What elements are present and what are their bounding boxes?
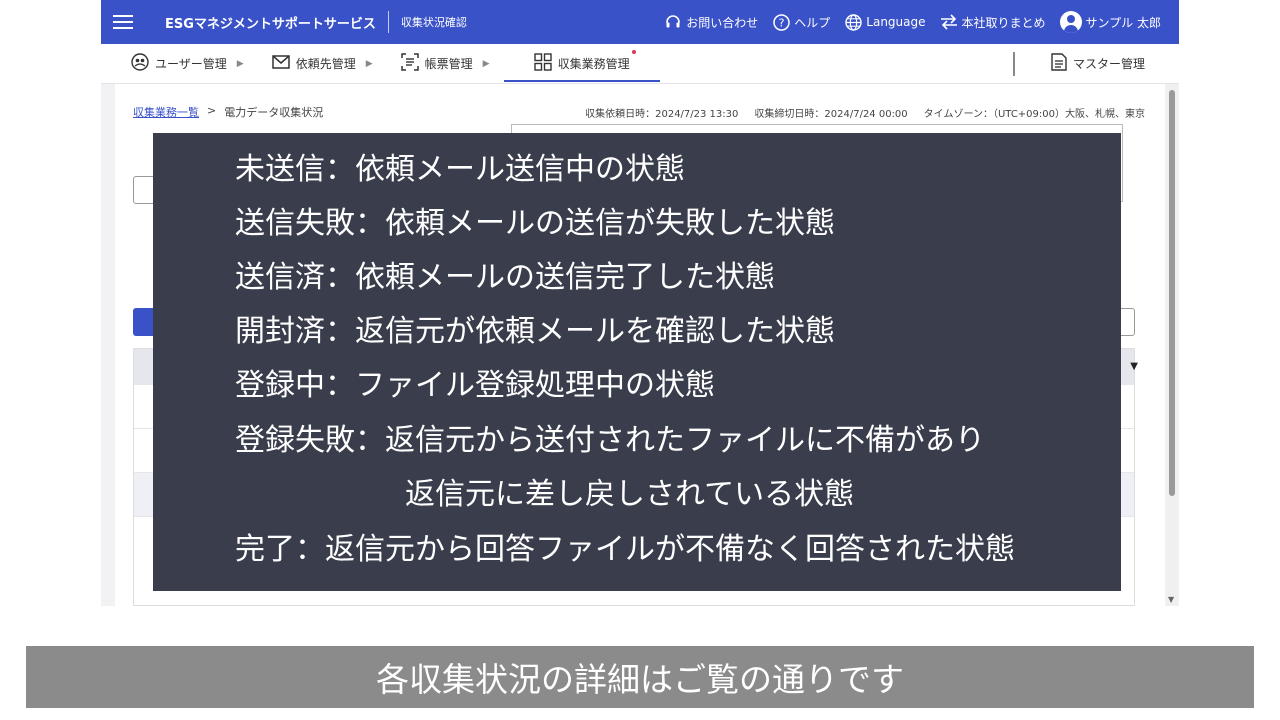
overlay-line: 返信元に差し戻しされている状態 [405, 477, 855, 512]
status-explanation-overlay: 未送信：依頼メール送信中の状態 送信失敗：依頼メールの送信が失敗した状態 送信済… [153, 133, 1121, 591]
avatar [1059, 11, 1082, 33]
breadcrumb-separator: > [207, 104, 217, 117]
overlay-line: 完了：返信元から回答ファイルが不備なく回答された状態 [235, 532, 1015, 567]
header-divider [387, 11, 389, 33]
language-label: Language [866, 15, 926, 29]
brand-title: ESGマネジメントサポートサービス [165, 16, 376, 32]
request-date: 収集依頼日時：2024/7/23 13:30 [585, 109, 739, 120]
user-name: サンプル 太郎 [1085, 15, 1161, 30]
timezone: タイムゾーン：（UTC+09:00）大阪、札幌、東京 [923, 109, 1145, 120]
main-nav: ユーザー管理 ▶ 依頼先管理 ▶ 帳票管理 ▶ 収集業務管理 マスター管理 [101, 44, 1179, 84]
overlay-line: 未送信：依頼メール送信中の状態 [235, 152, 685, 187]
hamburger-menu-icon[interactable] [101, 0, 145, 44]
consolidate-label: 本社取りまとめ [961, 15, 1046, 30]
document-icon [1051, 53, 1067, 74]
user-menu[interactable]: サンプル 太郎 [1059, 11, 1161, 33]
overlay-line: 登録中：ファイル登録処理中の状態 [235, 368, 715, 403]
globe-icon [844, 13, 862, 31]
swap-arrows-icon [940, 13, 958, 31]
collection-meta: 収集依頼日時：2024/7/23 13:30 収集締切日時：2024/7/24 … [585, 105, 1145, 120]
sort-down-icon[interactable]: ▼ [1130, 361, 1138, 372]
nav-label: ユーザー管理 [155, 57, 227, 71]
scrollbar-thumb[interactable] [1169, 90, 1175, 496]
vertical-scrollbar[interactable]: ▼ [1166, 84, 1178, 606]
video-caption: 各収集状況の詳細はご覧の通りです [26, 646, 1254, 708]
contact-button[interactable]: お問い合わせ [664, 13, 758, 31]
header-actions: お問い合わせ ? ヘルプ Language 本社取りまとめ サンプル 太郎 [664, 11, 1179, 33]
contact-label: お問い合わせ [686, 15, 759, 30]
nav-master-management[interactable]: マスター管理 [1015, 44, 1179, 84]
chevron-right-icon: ▶ [236, 58, 244, 69]
nav-requestee-management[interactable]: 依頼先管理 ▶ [258, 44, 387, 84]
nav-label: 帳票管理 [424, 57, 473, 71]
overlay-line: 開封済：返信元が依頼メールを確認した状態 [235, 314, 835, 349]
breadcrumb-current: 電力データ収集状況 [224, 106, 324, 119]
help-icon: ? [772, 13, 790, 31]
breadcrumb: 収集業務一覧 > 電力データ収集状況 [133, 104, 323, 120]
overlay-line: 送信済：依頼メールの送信完了した状態 [235, 260, 775, 295]
scroll-down-icon[interactable]: ▼ [1168, 595, 1174, 604]
nav-user-management[interactable]: ユーザー管理 ▶ [101, 44, 258, 84]
language-button[interactable]: Language [844, 13, 926, 31]
help-label: ヘルプ [794, 15, 831, 30]
headset-icon [664, 13, 682, 31]
page-subtitle: 収集状況確認 [400, 16, 467, 29]
document-scan-icon [400, 53, 419, 74]
svg-text:?: ? [778, 16, 784, 29]
overlay-line: 登録失敗：返信元から送付されたファイルに不備があり [235, 423, 985, 458]
grid-icon [533, 53, 552, 74]
nav-label: 収集業務管理 [557, 57, 630, 71]
help-button[interactable]: ? ヘルプ [772, 13, 830, 31]
chevron-right-icon: ▶ [365, 58, 373, 69]
nav-form-management[interactable]: 帳票管理 ▶ [387, 44, 504, 84]
breadcrumb-link[interactable]: 収集業務一覧 [133, 104, 199, 120]
deadline-date: 収集締切日時：2024/7/24 00:00 [754, 109, 908, 120]
app-header: ESGマネジメントサポートサービス 収集状況確認 お問い合わせ ? ヘルプ La [101, 0, 1179, 44]
nav-collection-management[interactable]: 収集業務管理 [503, 44, 660, 84]
consolidate-button[interactable]: 本社取りまとめ [940, 13, 1046, 31]
user-group-icon [131, 53, 149, 74]
nav-label: 依頼先管理 [295, 57, 356, 71]
notification-dot [631, 49, 636, 54]
nav-label: マスター管理 [1072, 57, 1145, 71]
overlay-line: 送信失敗：依頼メールの送信が失敗した状態 [235, 206, 835, 241]
mail-icon [271, 55, 290, 72]
chevron-right-icon: ▶ [482, 58, 490, 69]
